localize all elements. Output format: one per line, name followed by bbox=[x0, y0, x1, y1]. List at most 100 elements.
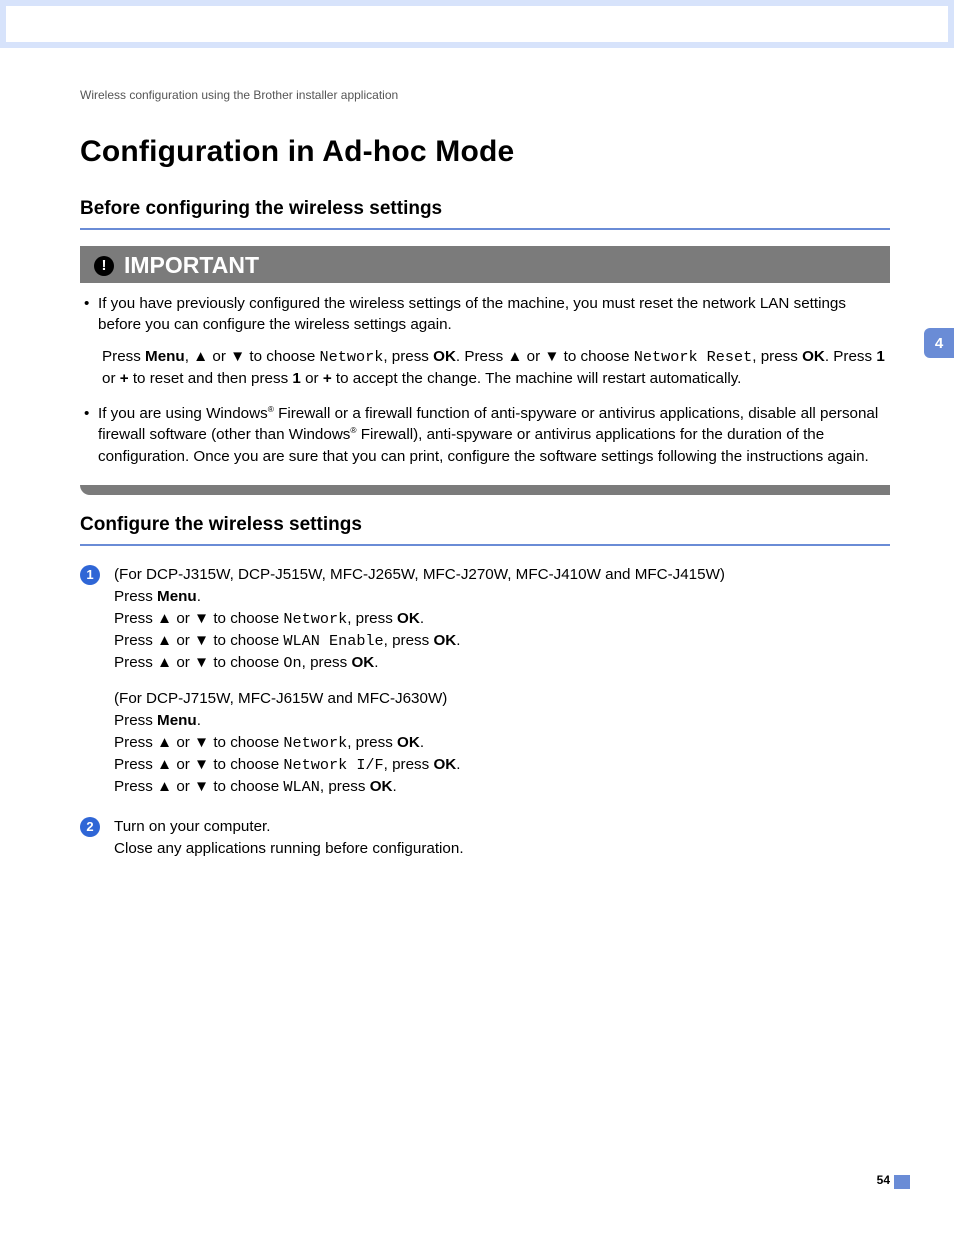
page-number-accent bbox=[894, 1175, 910, 1189]
t: to choose bbox=[209, 610, 283, 627]
alert-icon: ! bbox=[94, 256, 114, 276]
t: or bbox=[522, 348, 544, 365]
ok-key: OK bbox=[433, 632, 456, 649]
step-number-1: 1 bbox=[80, 565, 100, 585]
t: . Press bbox=[456, 348, 507, 365]
down-arrow-icon: ▼ bbox=[544, 348, 559, 365]
down-arrow-icon: ▼ bbox=[194, 654, 209, 671]
up-arrow-icon: ▲ bbox=[157, 654, 172, 671]
up-arrow-icon: ▲ bbox=[157, 632, 172, 649]
t: , press bbox=[383, 348, 433, 365]
bullet-2-body: If you are using Windows® Firewall or a … bbox=[98, 403, 890, 467]
up-arrow-icon: ▲ bbox=[193, 348, 208, 365]
mono: Network I/F bbox=[283, 756, 383, 774]
t: , press bbox=[320, 778, 370, 795]
t: . bbox=[456, 632, 460, 649]
t: , press bbox=[302, 654, 352, 671]
t: . Press bbox=[825, 348, 876, 365]
ok-key: OK bbox=[433, 348, 456, 365]
important-label: IMPORTANT bbox=[124, 252, 259, 279]
breadcrumb: Wireless configuration using the Brother… bbox=[80, 88, 398, 102]
t: . bbox=[456, 756, 460, 773]
ok-key: OK bbox=[433, 756, 456, 773]
heading-rule bbox=[80, 544, 890, 546]
t: Press bbox=[114, 632, 157, 649]
t: Press bbox=[114, 712, 157, 729]
t: to reset and then press bbox=[129, 370, 293, 387]
ok-key: OK bbox=[351, 654, 374, 671]
bullet-1-body: If you have previously configured the wi… bbox=[98, 293, 890, 336]
menu-key: Menu bbox=[145, 348, 185, 365]
t: Press bbox=[102, 348, 145, 365]
t: to choose bbox=[209, 734, 283, 751]
one-key: 1 bbox=[876, 348, 884, 365]
t: , press bbox=[384, 632, 434, 649]
down-arrow-icon: ▼ bbox=[194, 756, 209, 773]
ok-key: OK bbox=[802, 348, 825, 365]
t: . bbox=[420, 734, 424, 751]
section2-heading-text: Configure the wireless settings bbox=[80, 514, 362, 535]
bullet-1: • If you have previously configured the … bbox=[80, 293, 890, 336]
mono: On bbox=[283, 654, 301, 672]
step-2-body: Turn on your computer. Close any applica… bbox=[114, 816, 890, 860]
chapter-tab: 4 bbox=[924, 328, 954, 358]
one-key: 1 bbox=[292, 370, 300, 387]
top-band-inner bbox=[6, 6, 948, 42]
bullet-2: • If you are using Windows® Firewall or … bbox=[80, 403, 890, 467]
t: . bbox=[197, 712, 201, 729]
t: , bbox=[185, 348, 193, 365]
t: If you are using Windows bbox=[98, 405, 268, 422]
t: to choose bbox=[209, 756, 283, 773]
t: , press bbox=[752, 348, 802, 365]
t: Turn on your computer. bbox=[114, 816, 890, 838]
t: . bbox=[392, 778, 396, 795]
t: or bbox=[172, 756, 194, 773]
mono: WLAN bbox=[283, 778, 319, 796]
important-bar: ! IMPORTANT bbox=[80, 246, 890, 283]
t: (For DCP-J715W, MFC-J615W and MFC-J630W) bbox=[114, 688, 890, 710]
ok-key: OK bbox=[397, 610, 420, 627]
t: Press bbox=[114, 778, 157, 795]
top-band bbox=[0, 0, 954, 48]
bullet-dot: • bbox=[80, 403, 98, 467]
t: Close any applications running before co… bbox=[114, 838, 890, 860]
heading-rule bbox=[80, 228, 890, 230]
up-arrow-icon: ▲ bbox=[157, 610, 172, 627]
t: . bbox=[374, 654, 378, 671]
t: or bbox=[172, 654, 194, 671]
footer-bar bbox=[80, 485, 890, 495]
mono: Network bbox=[283, 610, 347, 628]
down-arrow-icon: ▼ bbox=[194, 734, 209, 751]
step-1-body: (For DCP-J315W, DCP-J515W, MFC-J265W, MF… bbox=[114, 564, 890, 798]
ok-key: OK bbox=[397, 734, 420, 751]
t: Press bbox=[114, 588, 157, 605]
bullet-1-sub: Press Menu, ▲ or ▼ to choose Network, pr… bbox=[102, 346, 890, 390]
page-number: 54 bbox=[877, 1173, 890, 1187]
important-content: • If you have previously configured the … bbox=[80, 293, 890, 467]
section1-heading: Before configuring the wireless settings bbox=[80, 198, 890, 230]
t: Press bbox=[114, 734, 157, 751]
down-arrow-icon: ▼ bbox=[230, 348, 245, 365]
section2-heading: Configure the wireless settings bbox=[80, 514, 890, 546]
t: . bbox=[420, 610, 424, 627]
t: , press bbox=[347, 734, 397, 751]
important-footer bbox=[80, 485, 890, 499]
t: Press bbox=[114, 610, 157, 627]
t: to choose bbox=[209, 778, 283, 795]
ok-key: OK bbox=[370, 778, 393, 795]
t: or bbox=[172, 734, 194, 751]
t: to choose bbox=[209, 632, 283, 649]
t: to choose bbox=[245, 348, 319, 365]
mono: Network Reset bbox=[634, 348, 752, 366]
mono: WLAN Enable bbox=[283, 632, 383, 650]
t: to accept the change. The machine will r… bbox=[332, 370, 742, 387]
up-arrow-icon: ▲ bbox=[157, 734, 172, 751]
t: , press bbox=[384, 756, 434, 773]
page-title: Configuration in Ad-hoc Mode bbox=[80, 135, 514, 169]
step-number-2: 2 bbox=[80, 817, 100, 837]
down-arrow-icon: ▼ bbox=[194, 778, 209, 795]
step-1: 1 (For DCP-J315W, DCP-J515W, MFC-J265W, … bbox=[80, 564, 890, 798]
bullet-1-text: If you have previously configured the wi… bbox=[98, 295, 846, 333]
plus-key: + bbox=[323, 370, 332, 387]
up-arrow-icon: ▲ bbox=[157, 756, 172, 773]
